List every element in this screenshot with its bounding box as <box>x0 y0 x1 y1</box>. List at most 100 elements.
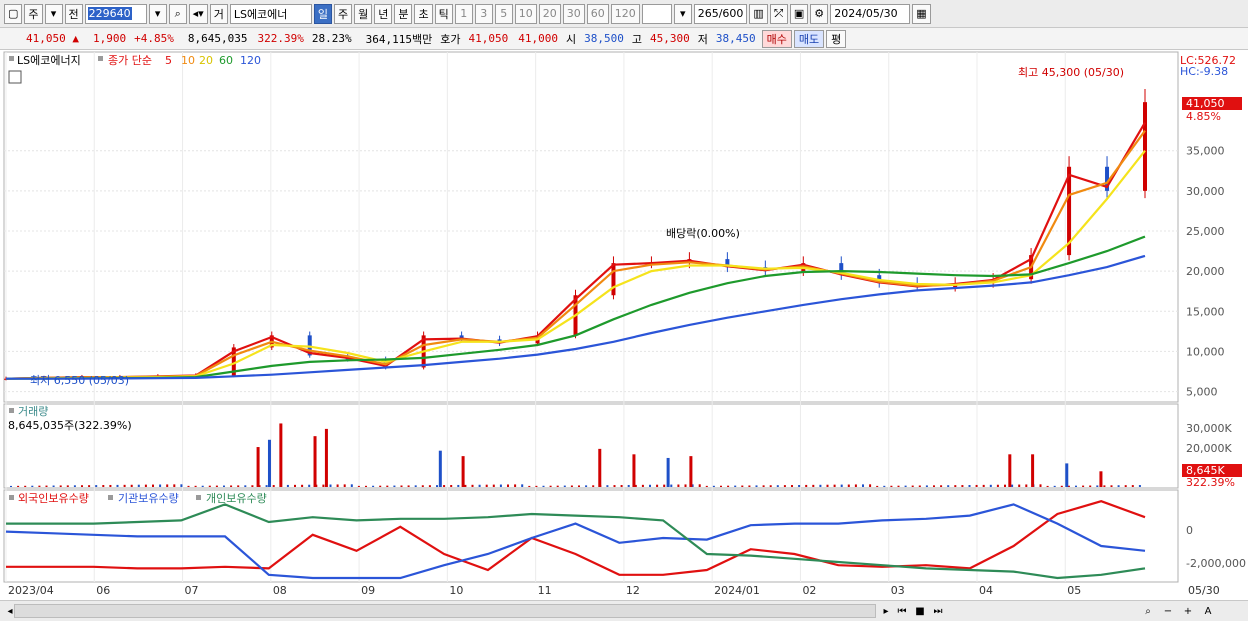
last-icon[interactable]: ⏭ <box>930 606 946 617</box>
volume-bar <box>166 484 169 487</box>
interval-3[interactable]: 3 <box>474 3 493 24</box>
period-minute[interactable]: 분 <box>394 3 413 24</box>
volume-bar <box>116 484 119 487</box>
market-select[interactable]: 주 <box>24 3 43 24</box>
volume-bar <box>45 485 48 487</box>
date-field[interactable]: 2024/05/30 <box>830 3 911 24</box>
code-input[interactable]: 229640 <box>84 3 147 24</box>
save-icon[interactable]: ▣ <box>789 3 809 24</box>
buy-button[interactable]: 매수 <box>761 29 792 48</box>
indicator-icon[interactable]: ⤱ <box>769 3 788 24</box>
date-tick-label: 11 <box>538 584 552 597</box>
volume-bar <box>393 485 396 487</box>
volume-bar <box>769 485 772 487</box>
grid-toggle-icon[interactable] <box>8 70 22 84</box>
volume-bar <box>267 439 271 487</box>
legend-ma-label[interactable]: 종가 단순 <box>108 54 152 67</box>
volume-bar <box>66 485 69 487</box>
interval-60[interactable]: 60 <box>586 3 609 24</box>
price-tick-label: 5,000 <box>1186 386 1218 399</box>
interval-custom-field[interactable] <box>641 3 672 24</box>
volume-bar <box>173 484 176 487</box>
scroll-track[interactable] <box>14 604 876 618</box>
legend-ma60[interactable]: 60 <box>219 54 233 67</box>
legend-institution[interactable]: 기관보유수량 <box>118 492 179 505</box>
legend-foreign[interactable]: 외국인보유수량 <box>18 492 89 505</box>
sell-button[interactable]: 매도 <box>793 29 825 48</box>
stop-icon[interactable]: ■ <box>912 606 928 617</box>
avg-button[interactable]: 평 <box>826 29 847 48</box>
volume-panel <box>3 403 1179 489</box>
volume-bar <box>762 485 765 487</box>
zoom-icon[interactable]: ⌕ <box>1140 606 1156 617</box>
volume-bar <box>1008 454 1012 487</box>
period-week[interactable]: 주 <box>333 3 353 24</box>
period-second[interactable]: 초 <box>414 3 433 24</box>
volume-bar <box>883 485 886 487</box>
volume-bar <box>52 485 55 487</box>
volume-bar <box>450 485 453 487</box>
volume-bar <box>421 485 424 487</box>
period-month[interactable]: 월 <box>354 3 373 24</box>
calendar-icon[interactable]: ▦ <box>912 3 931 24</box>
prev-button[interactable]: 전 <box>64 3 83 24</box>
scrollbar[interactable]: ◂ ▸ ⏮ ■ ⏭ ⌕ − + A <box>0 600 1248 621</box>
chart-area[interactable]: 5,000 10,000 15,000 20,000 25,000 30,000 35,00… <box>0 50 1248 600</box>
date-tick-label: 05 <box>1067 584 1081 597</box>
volume-bar <box>201 485 204 487</box>
legend-bullet <box>9 56 14 61</box>
stock-name-field[interactable]: LS에코에너 <box>229 3 312 24</box>
volume-bar <box>727 485 730 487</box>
volume-bar <box>152 484 154 487</box>
volume-bar <box>755 485 758 487</box>
stock-chart[interactable]: 5,000 10,000 15,000 20,000 25,000 30,000 35,00… <box>0 50 1248 600</box>
volume-bar <box>223 485 225 487</box>
period-year[interactable]: 년 <box>374 3 393 24</box>
volume-title[interactable]: 거래량 <box>18 405 48 418</box>
candle-body <box>1143 102 1147 191</box>
search-icon[interactable]: ⌕ <box>168 3 187 24</box>
volume-bar <box>649 484 651 487</box>
legend-stock[interactable]: LS에코에너지 <box>17 54 81 67</box>
volume-bar <box>521 484 524 487</box>
date-tick-label: 09 <box>361 584 375 597</box>
volume-bar <box>904 485 907 487</box>
volume-bar <box>670 484 673 487</box>
zoom-in-icon[interactable]: + <box>1180 606 1196 617</box>
interval-20[interactable]: 20 <box>538 3 561 24</box>
legend-ma5[interactable]: 5 <box>165 54 172 67</box>
period-tick[interactable]: 틱 <box>434 3 453 24</box>
interval-10[interactable]: 10 <box>514 3 537 24</box>
interval-1[interactable]: 1 <box>454 3 473 24</box>
gear-icon[interactable]: ⚙ <box>810 3 829 24</box>
volume-bar <box>748 485 751 487</box>
volume-bar <box>272 485 275 487</box>
zoom-out-icon[interactable]: − <box>1160 606 1176 617</box>
volume-bar <box>563 485 566 487</box>
count-field[interactable]: 265/600 <box>693 3 748 24</box>
price-change-pct: +4.85% <box>134 32 174 45</box>
legend-ma120[interactable]: 120 <box>240 54 261 67</box>
geo-button[interactable]: 거 <box>209 3 228 24</box>
speaker-icon[interactable]: ◂▾ <box>188 3 208 24</box>
interval-dropdown-icon[interactable]: ▾ <box>673 3 692 24</box>
volume-bar <box>485 484 488 487</box>
period-day[interactable]: 일 <box>313 3 332 24</box>
chevron-down-icon[interactable]: ▾ <box>44 3 63 24</box>
volume-bar <box>372 485 375 487</box>
text-icon[interactable]: A <box>1200 606 1216 617</box>
volume-bar <box>386 485 389 487</box>
volume-bar <box>251 485 254 487</box>
legend-individual[interactable]: 개인보유수량 <box>206 492 267 505</box>
interval-5[interactable]: 5 <box>494 3 513 24</box>
interval-30[interactable]: 30 <box>562 3 585 24</box>
scroll-right-icon[interactable]: ▸ <box>878 606 894 617</box>
legend-ma10[interactable]: 10 <box>181 54 195 67</box>
candle-type-icon[interactable]: ▥ <box>749 3 768 24</box>
interval-120[interactable]: 120 <box>610 3 640 24</box>
window-icon[interactable]: ▢ <box>4 3 23 24</box>
code-dropdown-icon[interactable]: ▾ <box>148 3 167 24</box>
legend-ma20[interactable]: 20 <box>199 54 213 67</box>
volume-bar <box>869 484 872 487</box>
first-icon[interactable]: ⏮ <box>894 606 910 617</box>
